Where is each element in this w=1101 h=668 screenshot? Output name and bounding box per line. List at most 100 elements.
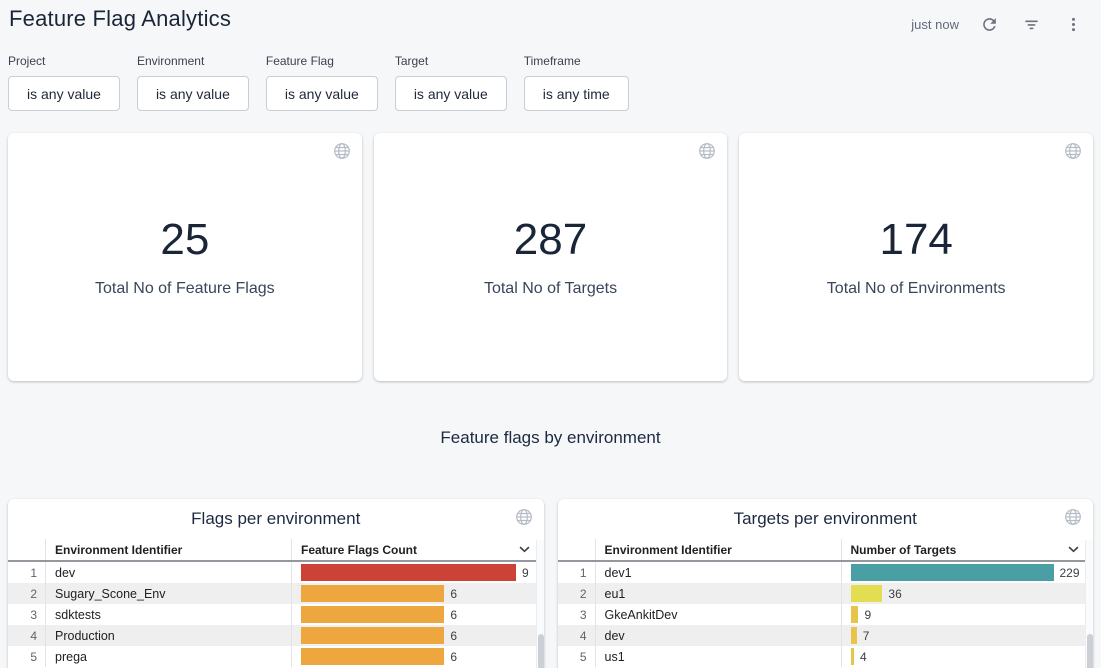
vertical-scrollbar[interactable] <box>536 540 544 668</box>
kpi-value: 287 <box>514 216 587 264</box>
filter-value-button-timeframe[interactable]: is any time <box>524 76 629 111</box>
row-index-cell: 1 <box>8 562 46 583</box>
measure-cell[interactable]: 6 <box>292 583 544 604</box>
filter-value-button-feature-flag[interactable]: is any value <box>266 76 378 111</box>
value-bar <box>301 627 444 644</box>
table-row[interactable]: 3sdktests 6 <box>8 604 544 625</box>
table-card-header: Flags per environment <box>8 499 544 539</box>
environment-cell[interactable]: dev <box>46 562 292 583</box>
table-row[interactable]: 5us14 <box>558 646 1094 667</box>
environment-cell[interactable]: eu1 <box>596 583 842 604</box>
measure-cell[interactable]: 6 <box>292 604 544 625</box>
table-card-flags-per-environment: Flags per environment Environment Identif… <box>8 499 544 668</box>
section-title: Feature flags by environment <box>0 428 1101 448</box>
table-row[interactable]: 2eu136 <box>558 583 1094 604</box>
row-index-cell: 2 <box>8 583 46 604</box>
table-row[interactable]: 2Sugary_Scone_Env 6 <box>8 583 544 604</box>
bar-value-label: 9 <box>522 566 529 580</box>
chevron-down-icon <box>519 546 530 553</box>
table-row[interactable]: 5prega6 <box>8 646 544 667</box>
filter-label: Feature Flag <box>266 54 378 68</box>
measure-cell[interactable]: 9 <box>842 604 1094 625</box>
row-index-cell: 4 <box>8 625 46 646</box>
measure-cell[interactable]: 6 <box>292 646 544 667</box>
table-row[interactable]: 1dev 9 <box>8 562 544 583</box>
bar-value-label: 6 <box>450 608 457 622</box>
column-header-measure[interactable]: Number of Targets <box>842 539 1094 560</box>
sort-chevron-button[interactable] <box>519 546 530 553</box>
filter-value-button-environment[interactable]: is any value <box>137 76 249 111</box>
measure-cell[interactable]: 4 <box>842 646 1094 667</box>
column-header-identifier[interactable]: Environment Identifier <box>596 539 842 560</box>
environment-cell[interactable]: us1 <box>596 646 842 667</box>
measure-cell[interactable]: 6 <box>292 625 544 646</box>
tile-globe-button[interactable] <box>515 508 533 529</box>
filter-bar: Projectis any value Environment is any val… <box>0 46 1101 111</box>
table-card-header: Targets per environment <box>558 499 1094 539</box>
tile-globe-button[interactable] <box>1064 508 1082 529</box>
value-bar <box>851 606 859 623</box>
globe-icon <box>1064 508 1082 526</box>
globe-icon <box>333 142 351 160</box>
filter-value-button-target[interactable]: is any value <box>395 76 507 111</box>
measure-cell[interactable]: 9 <box>292 562 544 583</box>
scrollbar-thumb[interactable] <box>538 634 544 668</box>
value-bar <box>301 564 516 581</box>
measure-cell[interactable]: 7 <box>842 625 1094 646</box>
environment-cell[interactable]: Sugary_Scone_Env <box>46 583 292 604</box>
filter-group-environment: Environment is any value <box>137 54 249 111</box>
kpi-card-total-no-of-targets: 287Total No of Targets <box>374 133 728 381</box>
column-header-identifier[interactable]: Environment Identifier <box>46 539 292 560</box>
globe-icon <box>515 508 533 526</box>
column-header-index <box>558 539 596 560</box>
row-index-cell: 3 <box>8 604 46 625</box>
dashboard-filters-button[interactable] <box>1017 10 1045 38</box>
table-row[interactable]: 4dev7 <box>558 625 1094 646</box>
filter-label: Timeframe <box>524 54 629 68</box>
more-menu-button[interactable] <box>1059 10 1087 38</box>
value-bar <box>851 564 1054 581</box>
row-index-cell: 3 <box>558 604 596 625</box>
tile-globe-button[interactable] <box>698 142 716 163</box>
filter-group-target: Targetis any value <box>395 54 507 111</box>
table-header-row: Environment IdentifierNumber of Targets <box>558 539 1094 562</box>
tile-globe-button[interactable] <box>333 142 351 163</box>
table-row[interactable]: 1dev1 229 <box>558 562 1094 583</box>
table-row[interactable]: 3GkeAnkitDev 9 <box>558 604 1094 625</box>
table-row[interactable]: 4Production6 <box>8 625 544 646</box>
filter-value-button-project[interactable]: is any value <box>8 76 120 111</box>
row-index-cell: 5 <box>558 646 596 667</box>
bar-value-label: 7 <box>863 629 870 643</box>
sort-chevron-button[interactable] <box>1068 546 1079 553</box>
row-index-cell: 1 <box>558 562 596 583</box>
environment-cell[interactable]: Production <box>46 625 292 646</box>
kpi-card-total-no-of-environments: 174Total No of Environments <box>739 133 1093 381</box>
header-actions: just now <box>911 6 1087 38</box>
column-header-measure[interactable]: Feature Flags Count <box>292 539 544 560</box>
table-title: Flags per environment <box>191 509 360 529</box>
filter-group-project: Projectis any value <box>8 54 120 111</box>
bar-value-label: 9 <box>864 608 871 622</box>
environment-cell[interactable]: dev <box>596 625 842 646</box>
bar-value-label: 6 <box>450 587 457 601</box>
environment-cell[interactable]: GkeAnkitDev <box>596 604 842 625</box>
page-title: Feature Flag Analytics <box>9 6 231 32</box>
measure-cell[interactable]: 36 <box>842 583 1094 604</box>
kpi-card-total-no-of-feature-flags: 25Total No of Feature Flags <box>8 133 362 381</box>
kpi-value: 25 <box>160 216 209 264</box>
bar-value-label: 229 <box>1060 566 1080 580</box>
table-card-targets-per-environment: Targets per environmentEnvironment Ident… <box>558 499 1094 668</box>
environment-cell[interactable]: dev1 <box>596 562 842 583</box>
tile-globe-button[interactable] <box>1064 142 1082 163</box>
filter-label: Environment <box>137 54 249 68</box>
environment-cell[interactable]: sdktests <box>46 604 292 625</box>
scrollbar-thumb[interactable] <box>1087 634 1093 668</box>
measure-cell[interactable]: 229 <box>842 562 1094 583</box>
value-bar <box>301 606 444 623</box>
environment-cell[interactable]: prega <box>46 646 292 667</box>
row-index-cell: 2 <box>558 583 596 604</box>
globe-icon <box>698 142 716 160</box>
vertical-scrollbar[interactable] <box>1085 540 1093 668</box>
refresh-status: just now <box>911 17 959 32</box>
refresh-button[interactable] <box>975 10 1003 38</box>
